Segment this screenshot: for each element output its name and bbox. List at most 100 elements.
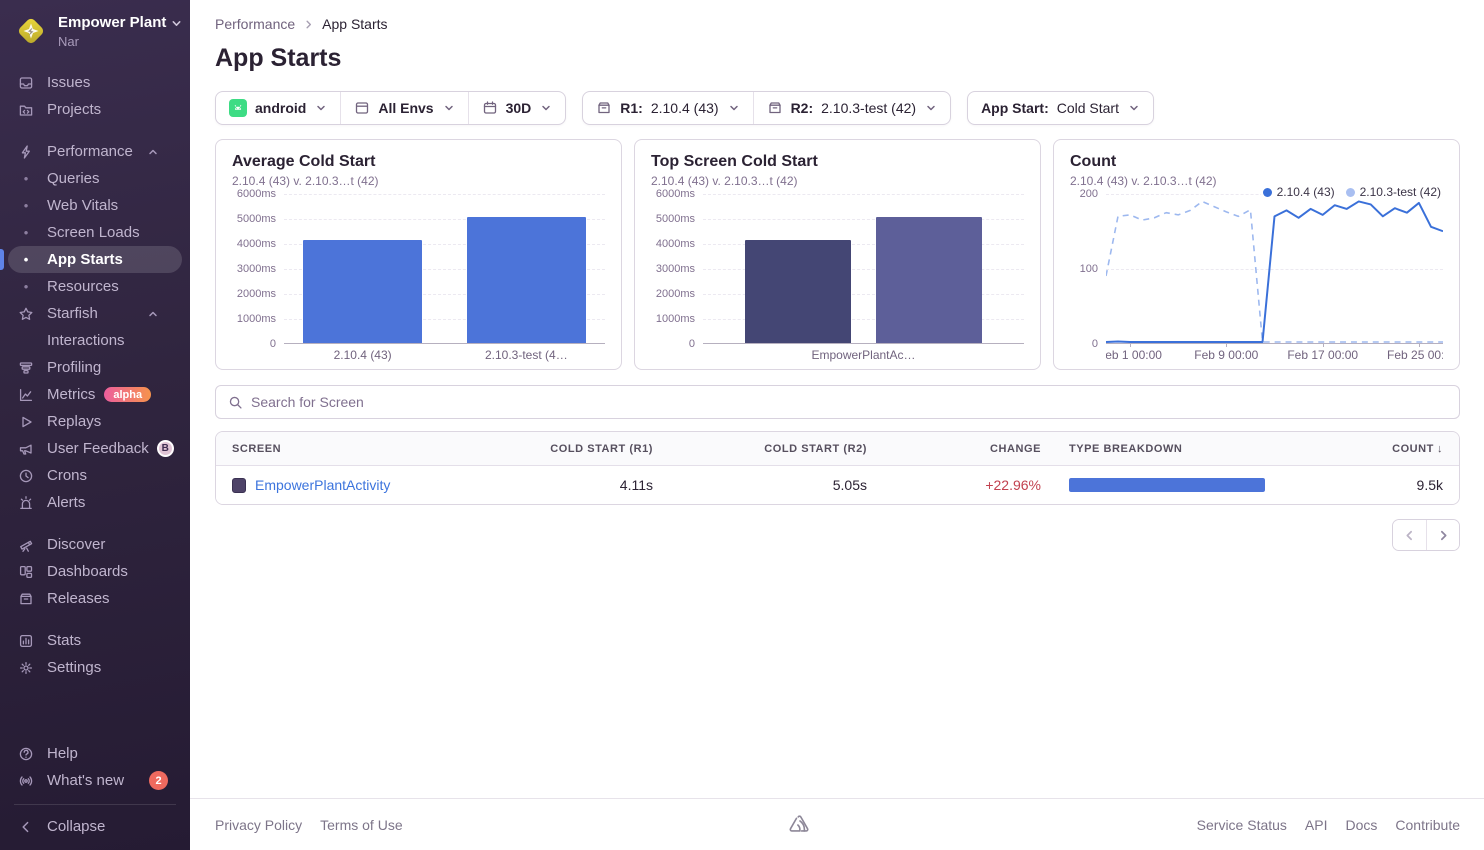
sidebar-item-stats[interactable]: Stats [0,627,190,654]
sidebar-item-label: Settings [47,659,101,676]
sidebar-item-whats-new[interactable]: What's new2 [0,767,190,794]
org-switcher[interactable]: Empower Plant Nar [0,0,190,61]
sidebar-section: Issues Projects [0,69,190,123]
sidebar-item-dashboards[interactable]: Dashboards [0,558,190,585]
sidebar-item-user-feedback[interactable]: User FeedbackB [0,435,190,462]
project-filter[interactable]: android [216,92,340,124]
sidebar-item-label: Screen Loads [47,224,140,241]
release2-value: 2.10.3-test (42) [821,100,916,116]
page-header: Performance App Starts App Starts [190,0,1484,73]
bar [303,240,422,343]
sidebar-item-profiling[interactable]: Profiling [0,354,190,381]
sidebar-item-replays[interactable]: Replays [0,408,190,435]
y-tick-label: 3000ms [237,263,276,275]
breadcrumb-performance[interactable]: Performance [215,16,295,32]
replays-icon [18,414,34,430]
sidebar-item-alerts[interactable]: Alerts [0,489,190,516]
sidebar-item-label: Resources [47,278,119,295]
sidebar-item-starfish[interactable]: Starfish [0,300,190,327]
footer-right-links: Service Status API Docs Contribute [1197,817,1460,833]
footer-link[interactable]: API [1305,817,1328,833]
calendar-icon [482,100,498,116]
sidebar-item-label: Web Vitals [47,197,118,214]
sidebar-item-releases[interactable]: Releases [0,585,190,612]
app-start-type-filter[interactable]: App Start: Cold Start [968,92,1153,124]
release2-filter[interactable]: R2: 2.10.3-test (42) [753,92,951,124]
bullet-icon: • [18,246,34,273]
y-tick-label: 3000ms [656,263,695,275]
y-tick-label: 6000ms [656,188,695,200]
y-tick-label: 200 [1080,188,1098,200]
x-tick-label: 2.10.3-test (4… [485,348,568,362]
sidebar-item-projects[interactable]: Projects [0,96,190,123]
collapse-icon [18,819,34,835]
sidebar-item-issues[interactable]: Issues [0,69,190,96]
filter-bar: android All Envs 30D R1: 2.10.4 (43) [190,91,1484,125]
type-breakdown-cell [1041,478,1283,492]
sidebar-item-crons[interactable]: Crons [0,462,190,489]
column-header-r2[interactable]: COLD START (R2) [653,443,867,455]
date-filter[interactable]: 30D [468,92,566,124]
window-icon [354,100,370,116]
y-tick-label: 1000ms [237,313,276,325]
sidebar-item-queries[interactable]: •Queries [0,165,190,192]
axis-tick [1226,343,1227,347]
footer-link[interactable]: Terms of Use [320,817,402,833]
chart-card-average-cold-start: Average Cold Start 2.10.4 (43) v. 2.10.3… [215,139,622,370]
sidebar-item-interactions[interactable]: Interactions [0,327,190,354]
next-page-button[interactable] [1426,520,1459,550]
telescope-icon [18,537,34,553]
sidebar-item-resources[interactable]: •Resources [0,273,190,300]
screens-table: SCREENCOLD START (R1)COLD START (R2)CHAN… [215,431,1460,505]
top-screen-cold-start-chart: 6000ms5000ms4000ms3000ms2000ms1000ms0Emp… [651,194,1024,365]
footer-link[interactable]: Privacy Policy [215,817,302,833]
column-header-type[interactable]: TYPE BREAKDOWN [1041,443,1283,455]
sidebar-item-metrics[interactable]: Metricsalpha [0,381,190,408]
footer-link[interactable]: Service Status [1197,817,1287,833]
sidebar-item-help[interactable]: Help [0,740,190,767]
chevron-down-icon [728,102,740,114]
sidebar-item-settings[interactable]: Settings [0,654,190,681]
sidebar-section: Discover Dashboards Releases [0,531,190,612]
android-icon [229,99,247,117]
count-value: 9.5k [1283,477,1443,493]
sidebar-item-app-starts[interactable]: •App Starts [8,246,182,273]
sidebar-item-label: Releases [47,590,110,607]
release-box-icon [767,100,783,116]
column-header-count[interactable]: COUNT↓ [1283,443,1443,455]
footer-link[interactable]: Docs [1346,817,1378,833]
search-input[interactable] [251,394,1447,410]
previous-page-button[interactable] [1393,520,1426,550]
lightning-icon [18,144,34,160]
y-tick-label: 1000ms [656,313,695,325]
x-tick-label: Feb 17 00:00 [1287,348,1358,362]
column-header-change[interactable]: CHANGE [867,443,1041,455]
sidebar-item-performance[interactable]: Performance [0,138,190,165]
release-filter-group: R1: 2.10.4 (43) R2: 2.10.3-test (42) [582,91,951,125]
axis-tick [1323,343,1324,347]
sidebar-item-discover[interactable]: Discover [0,531,190,558]
app-start-filter-group: App Start: Cold Start [967,91,1154,125]
sidebar: Empower Plant Nar Issues Projects Perfor… [0,0,190,850]
table-header-row: SCREENCOLD START (R1)COLD START (R2)CHAN… [216,432,1459,466]
sidebar-item-screen-loads[interactable]: •Screen Loads [0,219,190,246]
environment-filter[interactable]: All Envs [340,92,467,124]
pagination [215,519,1460,551]
sidebar-item-collapse[interactable]: Collapse [0,813,190,840]
sidebar-item-label: Discover [47,536,105,553]
chart-card-count: Count 2.10.4 (43) v. 2.10.3…t (42) 20010… [1053,139,1460,370]
release1-filter[interactable]: R1: 2.10.4 (43) [583,92,752,124]
footer-link[interactable]: Contribute [1395,817,1460,833]
screen-link[interactable]: EmpowerPlantActivity [255,477,390,493]
column-header-screen[interactable]: SCREEN [232,443,503,455]
chevron-up-icon [147,308,163,320]
sidebar-item-web-vitals[interactable]: •Web Vitals [0,192,190,219]
megaphone-icon [18,441,34,457]
bar-plot [703,194,1024,344]
sidebar-item-label: Dashboards [47,563,128,580]
profiling-icon [18,360,34,376]
breadcrumb: Performance App Starts [215,16,1460,32]
y-tick-label: 100 [1080,263,1098,275]
y-tick-label: 2000ms [237,288,276,300]
column-header-r1[interactable]: COLD START (R1) [503,443,653,455]
